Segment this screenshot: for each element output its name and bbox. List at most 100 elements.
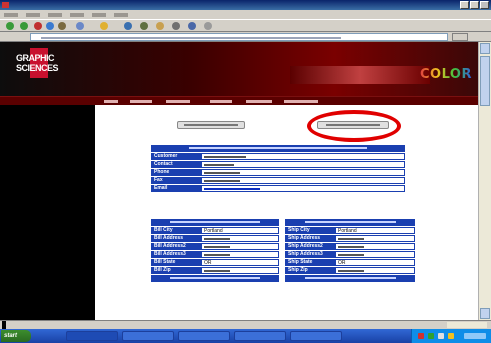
shipping-row: Ship State OR — [285, 258, 415, 266]
customer-table-header — [151, 145, 405, 152]
customer-value[interactable] — [201, 185, 405, 192]
customer-info-table: Customer Contact Phone Fax Email — [151, 145, 405, 192]
billing-value — [201, 251, 279, 258]
billing-value: OR — [201, 259, 279, 266]
customer-label: Contact — [151, 161, 201, 168]
taskbar-item[interactable] — [234, 331, 286, 341]
billing-row: Bill Zip — [151, 266, 279, 274]
menu-item[interactable] — [4, 13, 18, 17]
nav-item[interactable] — [166, 100, 190, 103]
scroll-thumb[interactable] — [480, 56, 490, 106]
tray-icon[interactable] — [438, 333, 444, 339]
shipping-label: Ship Address3 — [285, 251, 335, 258]
menu-item[interactable] — [92, 13, 106, 17]
nav-item[interactable] — [130, 100, 152, 103]
scroll-up-button[interactable] — [480, 43, 490, 54]
menu-item[interactable] — [48, 13, 62, 17]
shipping-value — [335, 243, 415, 250]
shipping-label: Ship State — [285, 259, 335, 266]
go-button[interactable] — [452, 33, 468, 41]
site-header: GRAPHIC SCIENCES COLOR — [0, 42, 478, 96]
refresh-icon[interactable] — [46, 22, 54, 30]
nav-item[interactable] — [104, 100, 118, 103]
left-sidebar — [0, 105, 95, 320]
shipping-row: Ship Address2 — [285, 242, 415, 250]
scroll-down-button[interactable] — [480, 308, 490, 319]
sales-rep-header — [151, 275, 279, 282]
search-icon[interactable] — [76, 22, 84, 30]
customer-row: Email — [151, 184, 405, 192]
shipping-row: Ship Address3 — [285, 250, 415, 258]
address-input[interactable] — [30, 33, 448, 41]
billing-label: Bill Zip — [151, 267, 201, 274]
tray-icon[interactable] — [418, 333, 424, 339]
media-icon[interactable] — [124, 22, 132, 30]
taskbar: start — [0, 329, 491, 343]
menu-item[interactable] — [26, 13, 40, 17]
start-button[interactable]: start — [1, 330, 31, 342]
shipping-label: Ship Address2 — [285, 243, 335, 250]
discuss-icon[interactable] — [204, 22, 212, 30]
billing-table-header — [151, 219, 279, 226]
tech-support-header — [285, 275, 415, 282]
billing-row: Bill Address2 — [151, 242, 279, 250]
shipping-value: OR — [335, 259, 415, 266]
billing-row: Bill City Portland — [151, 226, 279, 234]
tray-icon[interactable] — [448, 333, 454, 339]
nav-item[interactable] — [210, 100, 232, 103]
app-icon — [2, 2, 9, 8]
nav-item[interactable] — [246, 100, 272, 103]
billing-value — [201, 235, 279, 242]
customer-value — [201, 169, 405, 176]
customer-label: Customer — [151, 153, 201, 160]
mail-icon[interactable] — [156, 22, 164, 30]
taskbar-item[interactable] — [290, 331, 342, 341]
customer-label: Fax — [151, 177, 201, 184]
minimize-button[interactable] — [460, 1, 469, 9]
maximize-button[interactable] — [470, 1, 479, 9]
nav-item[interactable] — [284, 100, 318, 103]
shipping-row: Ship Zip — [285, 266, 415, 274]
shipping-row: Ship City Portland — [285, 226, 415, 234]
menu-item[interactable] — [70, 13, 84, 17]
customer-value — [201, 177, 405, 184]
view-order-history-button[interactable] — [177, 121, 245, 129]
tray-icon[interactable] — [428, 333, 434, 339]
favorites-icon[interactable] — [100, 22, 108, 30]
address-bar — [0, 32, 491, 42]
page-viewport: GRAPHIC SCIENCES COLOR Customer Contact Ph… — [0, 42, 478, 320]
billing-label: Bill Address — [151, 235, 201, 242]
taskbar-item[interactable] — [178, 331, 230, 341]
close-button[interactable] — [480, 1, 489, 9]
edit-icon[interactable] — [188, 22, 196, 30]
customer-row: Contact — [151, 160, 405, 168]
shipping-value — [335, 251, 415, 258]
home-icon[interactable] — [58, 22, 66, 30]
back-icon[interactable] — [6, 22, 14, 30]
menu-item[interactable] — [114, 13, 128, 17]
forward-icon[interactable] — [20, 22, 28, 30]
shipping-table-header — [285, 219, 415, 226]
site-nav — [0, 96, 478, 105]
shipping-row: Ship Address — [285, 234, 415, 242]
customer-value — [201, 153, 405, 160]
billing-label: Bill Address3 — [151, 251, 201, 258]
billing-value: Portland — [201, 227, 279, 234]
shipping-value — [335, 235, 415, 242]
graphic-sciences-logo[interactable]: GRAPHIC SCIENCES — [16, 48, 59, 78]
vertical-scrollbar[interactable] — [478, 42, 491, 320]
internet-zone — [447, 322, 487, 328]
history-icon[interactable] — [140, 22, 148, 30]
system-tray — [411, 329, 491, 343]
quicklaunch[interactable] — [34, 331, 62, 341]
stop-icon[interactable] — [34, 22, 42, 30]
billing-value — [201, 267, 279, 274]
taskbar-item[interactable] — [66, 331, 118, 341]
window-title-bar — [0, 0, 491, 10]
taskbar-item[interactable] — [122, 331, 174, 341]
print-icon[interactable] — [172, 22, 180, 30]
billing-value — [201, 243, 279, 250]
status-bar: ​ — [0, 320, 491, 330]
highlight-ring — [307, 110, 401, 142]
billing-info-table: Bill City Portland Bill Address Bill Addres… — [151, 219, 279, 274]
